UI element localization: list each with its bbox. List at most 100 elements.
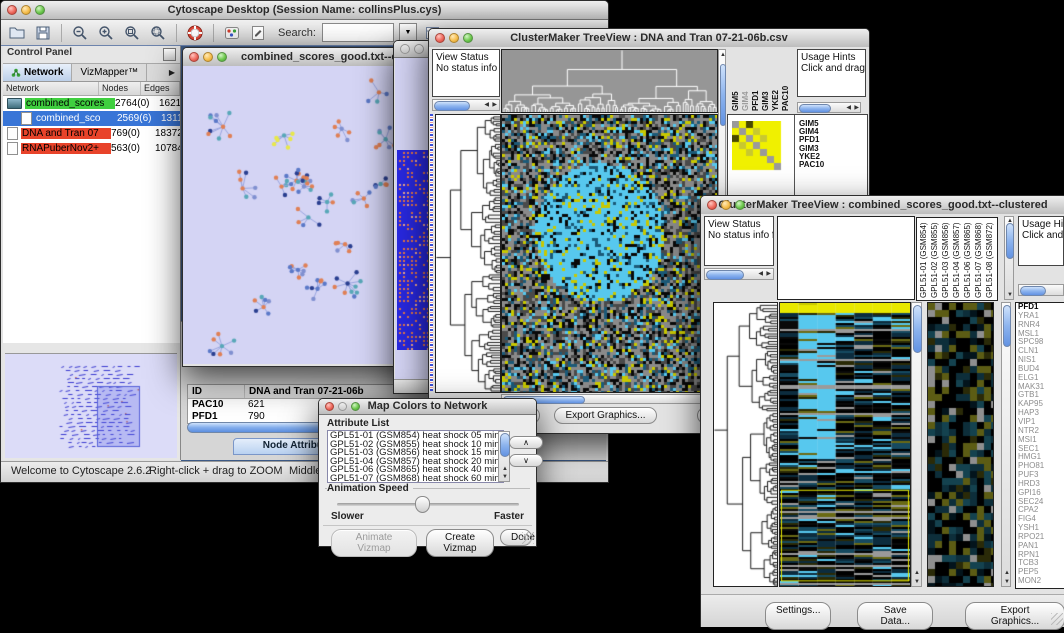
tab-overflow-arrow[interactable]: ▶ (164, 68, 180, 77)
dialog-titlebar[interactable]: Map Colors to Network (319, 399, 536, 415)
slower-label: Slower (331, 511, 364, 522)
heatmap-canvas[interactable] (779, 302, 911, 587)
file-icon (7, 127, 18, 140)
network-row[interactable]: combined_scores2764(0)16218(0) (3, 96, 180, 111)
move-up-button[interactable]: ∧ (509, 436, 543, 449)
network-row[interactable]: combined_sco2569(6)13112(15) (3, 111, 180, 126)
search-input[interactable] (322, 23, 394, 42)
save-icon[interactable] (33, 23, 53, 43)
minimize-button[interactable] (21, 5, 31, 15)
animation-speed-label: Animation Speed (327, 483, 413, 494)
toolbar-separator (176, 24, 177, 42)
zoom-button[interactable] (217, 52, 227, 62)
main-window-title: Cytoscape Desktop (Session Name: collins… (168, 4, 442, 16)
status-scrollbar[interactable]: ◀▶ (432, 99, 500, 111)
close-button[interactable] (707, 200, 717, 210)
treeview1-titlebar[interactable]: ClusterMaker TreeView : DNA and Tran 07-… (429, 29, 869, 48)
row-dendrogram[interactable] (435, 114, 501, 393)
help-lifesaver-icon[interactable] (185, 23, 205, 43)
zoom-fit-icon[interactable] (122, 23, 142, 43)
network-list: combined_scores2764(0)16218(0)combined_s… (3, 96, 180, 343)
row-dendrogram[interactable] (713, 302, 778, 587)
column-label[interactable]: GPL51-07 (GSM868) (974, 218, 984, 298)
minimize-button[interactable] (414, 44, 424, 54)
save-data-button[interactable]: Save Data... (857, 602, 933, 630)
animate-vizmap-button[interactable]: Animate Vizmap (331, 529, 417, 557)
view-status-box: View Status No status info f (432, 49, 500, 97)
correlation-matrix[interactable] (732, 121, 782, 171)
birdseye-canvas[interactable] (5, 354, 177, 458)
column-dendrogram[interactable] (501, 49, 718, 113)
close-button[interactable] (400, 44, 410, 54)
settings-button[interactable]: Settings... (765, 602, 831, 630)
id-column-header[interactable]: ID (188, 385, 245, 398)
heatmap-vscrollbar[interactable]: ▲▼ (911, 302, 922, 587)
open-file-icon[interactable] (7, 23, 27, 43)
resize-grip[interactable] (1051, 613, 1063, 625)
column-dendrogram-area[interactable] (777, 216, 915, 300)
strip-window-scrollbar[interactable] (394, 379, 431, 393)
move-down-button[interactable]: ∨ (509, 454, 543, 467)
network-row[interactable]: RNAPuberNov2+563(0)107847(0) (3, 141, 180, 156)
column-label[interactable]: GPL51-08 (GSM872) (985, 218, 995, 298)
zoom-vscrollbar[interactable]: ▲▼ (1001, 302, 1011, 587)
close-button[interactable] (325, 402, 334, 411)
vizmap-plugin-icon[interactable] (222, 23, 242, 43)
treeview2-titlebar[interactable]: ClusterMaker TreeView : combined_scores_… (701, 196, 1064, 215)
labels-scrollbar[interactable]: ◀▶ (797, 102, 861, 113)
treeview1-row-labels: GIM5GIM4PFD1GIM3YKE2PAC10 (799, 120, 824, 169)
status-hint-zoom: Right-click + drag to ZOOM (149, 465, 283, 477)
gene-label[interactable]: MON2 (1018, 577, 1064, 586)
column-network[interactable]: Network (3, 82, 99, 95)
view-status-text: No status info f (436, 63, 496, 74)
zoom-button[interactable] (463, 33, 473, 43)
column-label[interactable]: GPL51-03 (GSM856) (941, 218, 951, 298)
attribute-list[interactable]: GPL51-01 (GSM854) heat shock 05 minGPL51… (327, 430, 504, 483)
network-table-header: Network Nodes Edges (3, 82, 180, 96)
minimize-button[interactable] (203, 52, 213, 62)
row-annotation-strip (430, 114, 433, 391)
zoom-button[interactable] (35, 5, 45, 15)
column-label[interactable]: GPL51-06 (GSM865) (963, 218, 973, 298)
close-button[interactable] (435, 33, 445, 43)
dense-matrix-canvas[interactable] (397, 150, 430, 350)
attribute-list-scrollbar[interactable]: ▲▼ (498, 431, 510, 482)
minimize-button[interactable] (338, 402, 347, 411)
network-row[interactable]: DNA and Tran 07769(0)183728(0) (3, 126, 180, 141)
annotation-plugin-icon[interactable] (248, 23, 268, 43)
create-vizmap-button[interactable]: Create Vizmap (426, 529, 494, 557)
zoom-button[interactable] (735, 200, 745, 210)
status-scrollbar[interactable]: ◀▶ (704, 268, 774, 280)
gene-label-list: PFD1YRA1RNR4MSL1SPC98CLN1NIS1BUD4ELG1MAK… (1015, 302, 1064, 589)
column-labels-scrollbar[interactable]: ▲▼ (1004, 216, 1014, 300)
tab-vizmapper[interactable]: VizMapper™ (72, 64, 147, 81)
float-panel-icon[interactable] (163, 48, 176, 61)
resize-grip[interactable] (522, 532, 534, 544)
tab-network[interactable]: Network (3, 64, 72, 81)
attribute-list-item[interactable]: GPL51-07 (GSM868) heat shock 60 min (330, 475, 501, 483)
folder-icon (7, 98, 22, 109)
row-label[interactable]: PAC10 (799, 161, 824, 169)
minimize-button[interactable] (449, 33, 459, 43)
birdseye-view[interactable] (5, 353, 177, 458)
zoom-heatmap-canvas[interactable] (927, 302, 994, 587)
export-graphics-button[interactable]: Export Graphics... (554, 407, 656, 424)
zoom-out-icon[interactable] (70, 23, 90, 43)
export-graphics-button[interactable]: Export Graphics... (965, 602, 1064, 630)
column-label[interactable]: GPL51-02 (GSM855) (930, 218, 940, 298)
speed-slider-thumb[interactable] (415, 496, 430, 513)
column-nodes[interactable]: Nodes (99, 82, 141, 95)
hints-scrollbar[interactable] (1018, 284, 1064, 296)
column-edges[interactable]: Edges (141, 82, 180, 95)
main-titlebar[interactable]: Cytoscape Desktop (Session Name: collins… (1, 1, 608, 20)
close-button[interactable] (7, 5, 17, 15)
minimize-button[interactable] (721, 200, 731, 210)
view-status-title: View Status (436, 52, 496, 63)
column-label[interactable]: GPL51-01 (GSM854) (919, 218, 929, 298)
zoom-button[interactable] (351, 402, 360, 411)
close-button[interactable] (189, 52, 199, 62)
heatmap-canvas[interactable] (501, 114, 718, 393)
zoom-selected-icon[interactable] (148, 23, 168, 43)
zoom-in-icon[interactable] (96, 23, 116, 43)
column-label[interactable]: GPL51-04 (GSM857) (952, 218, 962, 298)
